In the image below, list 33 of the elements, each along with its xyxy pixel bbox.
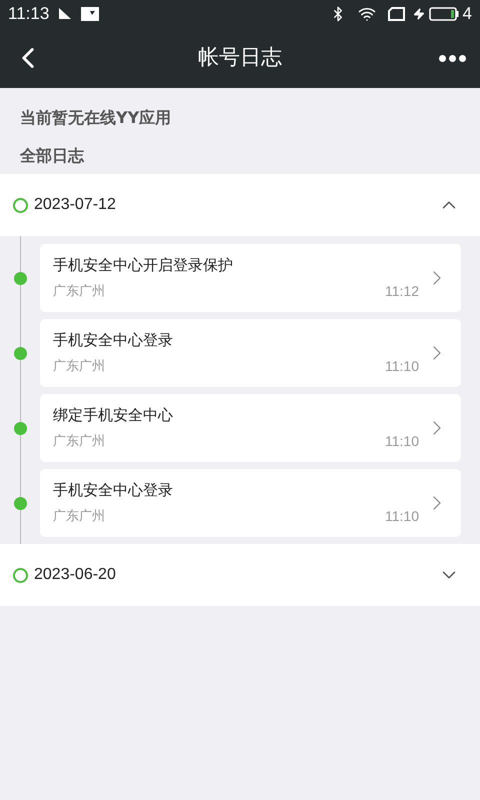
status-time: 11:13: [8, 3, 50, 26]
battery-icon: [428, 7, 459, 21]
log-location: 广东广州: [53, 283, 105, 301]
date-label: 2023-07-12: [34, 195, 116, 215]
log-card[interactable]: 手机安全中心开启登录保护 广东广州 11:12: [40, 244, 461, 312]
log-time: 11:10: [385, 357, 419, 376]
log-title: 手机安全中心开启登录保护: [53, 254, 234, 276]
wifi-icon: [358, 5, 376, 23]
image-icon: [81, 7, 100, 21]
date-label: 2023-06-20: [34, 565, 116, 585]
online-notice: 当前暂无在线YY应用: [20, 108, 172, 127]
log-card[interactable]: 手机安全中心登录 广东广州 11:10: [40, 319, 461, 387]
timeline-node-icon: [13, 568, 28, 582]
date-row[interactable]: 2023-06-20: [0, 544, 480, 606]
log-time: 11:10: [385, 507, 419, 526]
log-time: 11:10: [385, 432, 419, 452]
log-location: 广东广州: [53, 508, 105, 526]
page-title: 帐号日志: [198, 45, 282, 70]
log-card[interactable]: 绑定手机安全中心 广东广州 11:10: [40, 394, 461, 462]
log-title: 手机安全中心登录: [53, 330, 174, 351]
log-location: 广东广州: [53, 433, 105, 451]
date-row[interactable]: 2023-07-12: [0, 174, 480, 236]
log-title: 绑定手机安全中心: [53, 404, 174, 426]
timeline-node-icon: [13, 198, 28, 212]
battery-text: 4: [462, 3, 472, 26]
log-card[interactable]: 手机安全中心登录 广东广州 11:10: [40, 469, 461, 537]
charging-icon: [412, 8, 425, 20]
log-time: 11:12: [385, 282, 419, 302]
log-title: 手机安全中心登录: [53, 480, 174, 501]
notification-icon: [57, 7, 74, 21]
sim-icon: [388, 7, 405, 21]
log-location: 广东广州: [53, 358, 105, 376]
section-title: 全部日志: [20, 146, 84, 165]
